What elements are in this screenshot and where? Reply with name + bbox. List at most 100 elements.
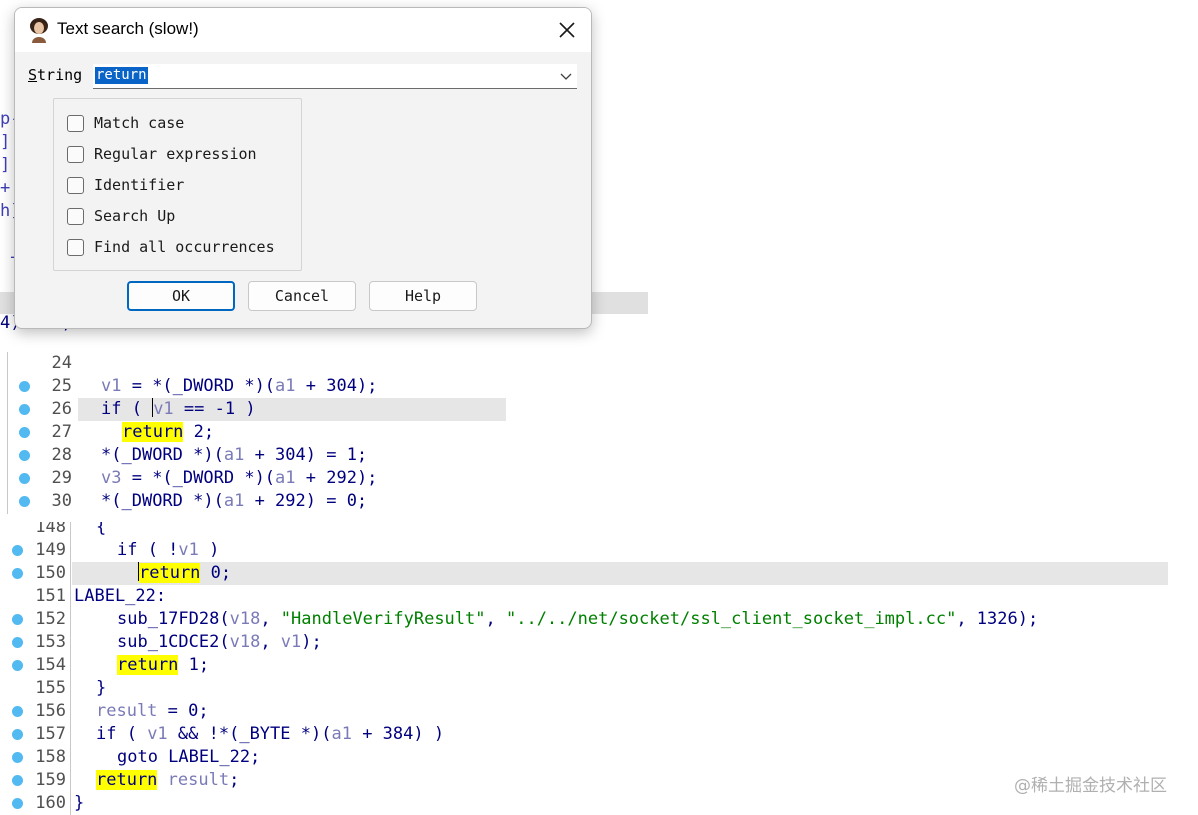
- code-line[interactable]: 148 {: [0, 522, 1198, 539]
- help-button[interactable]: Help: [369, 281, 477, 311]
- breakpoint-dot[interactable]: [19, 427, 30, 438]
- line-number: 156: [35, 701, 66, 721]
- code-text: v1 = *(_DWORD *)(a1 + 304);: [101, 376, 378, 396]
- regular-expression-label: Regular expression: [94, 145, 257, 163]
- line-number: 153: [35, 632, 66, 652]
- chevron-down-icon[interactable]: [559, 69, 573, 83]
- search-string-value[interactable]: return: [95, 67, 148, 84]
- line-number: 30: [51, 491, 72, 511]
- identifier-label: Identifier: [94, 176, 185, 194]
- string-label-rest: tring: [37, 66, 83, 84]
- breakpoint-dot[interactable]: [19, 496, 30, 507]
- line-number: 159: [35, 770, 66, 790]
- breakpoint-dot[interactable]: [19, 450, 30, 461]
- watermark-text: @稀土掘金技术社区: [1014, 776, 1167, 796]
- code-text: goto LABEL_22;: [117, 747, 261, 767]
- code-line[interactable]: 157 if ( v1 && !*(_BYTE *)(a1 + 384) ): [0, 723, 1198, 746]
- string-label-accelerator: S: [28, 66, 38, 84]
- search-match-highlight: return: [117, 655, 179, 675]
- breakpoint-dot[interactable]: [19, 404, 30, 415]
- line-number: 160: [35, 793, 66, 813]
- background-text-fragment: ]: [0, 132, 11, 152]
- line-number: 155: [35, 678, 66, 698]
- find-all-occurrences-checkbox[interactable]: [67, 238, 84, 256]
- ida-lady-icon: [30, 18, 48, 43]
- code-line[interactable]: 158 goto LABEL_22;: [0, 746, 1198, 769]
- line-number: 27: [51, 422, 72, 442]
- code-text: if ( v1 == -1 ): [101, 398, 256, 419]
- code-text: if ( !v1 ): [117, 540, 220, 560]
- match-case-label: Match case: [94, 114, 185, 132]
- code-text: LABEL_22:: [74, 586, 167, 606]
- line-number: 158: [35, 747, 66, 767]
- breakpoint-dot[interactable]: [19, 381, 30, 392]
- code-line[interactable]: 154 return 1;: [0, 654, 1198, 677]
- line-number: 150: [35, 563, 66, 583]
- string-field-label: String: [28, 66, 82, 84]
- line-number: 157: [35, 724, 66, 744]
- code-line-current[interactable]: 150 return 0;: [0, 562, 1198, 585]
- code-line[interactable]: 28 *(_DWORD *)(a1 + 304) = 1;: [0, 444, 510, 467]
- line-number: 151: [35, 586, 66, 606]
- code-line[interactable]: 156 result = 0;: [0, 700, 1198, 723]
- identifier-checkbox[interactable]: [67, 176, 84, 194]
- cancel-button[interactable]: Cancel: [248, 281, 356, 311]
- line-number: 148: [35, 522, 66, 537]
- code-text: {: [96, 522, 107, 537]
- line-number: 25: [51, 376, 72, 396]
- code-text: }: [74, 793, 85, 813]
- line-number: 152: [35, 609, 66, 629]
- code-line[interactable]: 151 LABEL_22:: [0, 585, 1198, 608]
- code-line[interactable]: 25 v1 = *(_DWORD *)(a1 + 304);: [0, 375, 510, 398]
- search-match-highlight: return: [122, 422, 184, 442]
- code-line[interactable]: 27 return 2;: [0, 421, 510, 444]
- current-line-highlight: [72, 562, 1168, 585]
- search-match-highlight: return: [139, 563, 201, 583]
- search-up-checkbox[interactable]: [67, 207, 84, 225]
- regular-expression-checkbox[interactable]: [67, 145, 84, 163]
- match-case-checkbox[interactable]: [67, 114, 84, 132]
- background-text-fragment: ]: [0, 155, 11, 175]
- regular-expression-option[interactable]: Regular expression: [67, 143, 257, 165]
- line-number: 149: [35, 540, 66, 560]
- code-text: result = 0;: [96, 701, 209, 721]
- match-case-option[interactable]: Match case: [67, 112, 184, 134]
- code-text: *(_DWORD *)(a1 + 304) = 1;: [101, 445, 368, 465]
- ok-button[interactable]: OK: [127, 281, 235, 311]
- code-text: v3 = *(_DWORD *)(a1 + 292);: [101, 468, 378, 488]
- identifier-option[interactable]: Identifier: [67, 174, 184, 196]
- text-search-dialog: Text search (slow!) String return Match …: [14, 7, 592, 329]
- code-text: sub_17FD28(v18, "HandleVerifyResult", ".…: [117, 609, 1039, 629]
- code-text: }: [96, 678, 107, 698]
- code-line[interactable]: 30 *(_DWORD *)(a1 + 292) = 0;: [0, 490, 510, 513]
- breakpoint-dot[interactable]: [19, 473, 30, 484]
- line-number: 26: [51, 399, 72, 419]
- pseudocode-pane-upper[interactable]: 24 25 v1 = *(_DWORD *)(a1 + 304); 26 if …: [0, 352, 510, 514]
- code-line[interactable]: 149 if ( !v1 ): [0, 539, 1198, 562]
- code-line[interactable]: 24: [0, 352, 510, 375]
- code-text: return 2;: [122, 422, 215, 442]
- line-number: 28: [51, 445, 72, 465]
- code-line[interactable]: 29 v3 = *(_DWORD *)(a1 + 292);: [0, 467, 510, 490]
- code-line-current[interactable]: 26 if ( v1 == -1 ): [0, 398, 510, 421]
- find-all-occurrences-label: Find all occurrences: [94, 238, 275, 256]
- close-icon[interactable]: [555, 18, 579, 42]
- search-string-combobox[interactable]: return: [93, 64, 577, 89]
- code-text: *(_DWORD *)(a1 + 292) = 0;: [101, 491, 368, 511]
- code-text: return 1;: [117, 655, 210, 675]
- search-up-label: Search Up: [94, 207, 176, 225]
- search-options-group: Match case Regular expression Identifier…: [53, 98, 302, 271]
- code-text: return result;: [96, 770, 240, 790]
- line-number: 154: [35, 655, 66, 675]
- line-number: 24: [51, 353, 72, 373]
- line-number: 29: [51, 468, 72, 488]
- code-text: return 0;: [138, 562, 232, 583]
- find-all-occurrences-option[interactable]: Find all occurrences: [67, 236, 275, 258]
- code-line[interactable]: 155 }: [0, 677, 1198, 700]
- dialog-title: Text search (slow!): [57, 19, 199, 38]
- code-text: if ( v1 && !*(_BYTE *)(a1 + 384) ): [96, 724, 445, 744]
- search-up-option[interactable]: Search Up: [67, 205, 175, 227]
- code-line[interactable]: 153 sub_1CDCE2(v18, v1);: [0, 631, 1198, 654]
- code-line[interactable]: 152 sub_17FD28(v18, "HandleVerifyResult"…: [0, 608, 1198, 631]
- code-text: sub_1CDCE2(v18, v1);: [117, 632, 322, 652]
